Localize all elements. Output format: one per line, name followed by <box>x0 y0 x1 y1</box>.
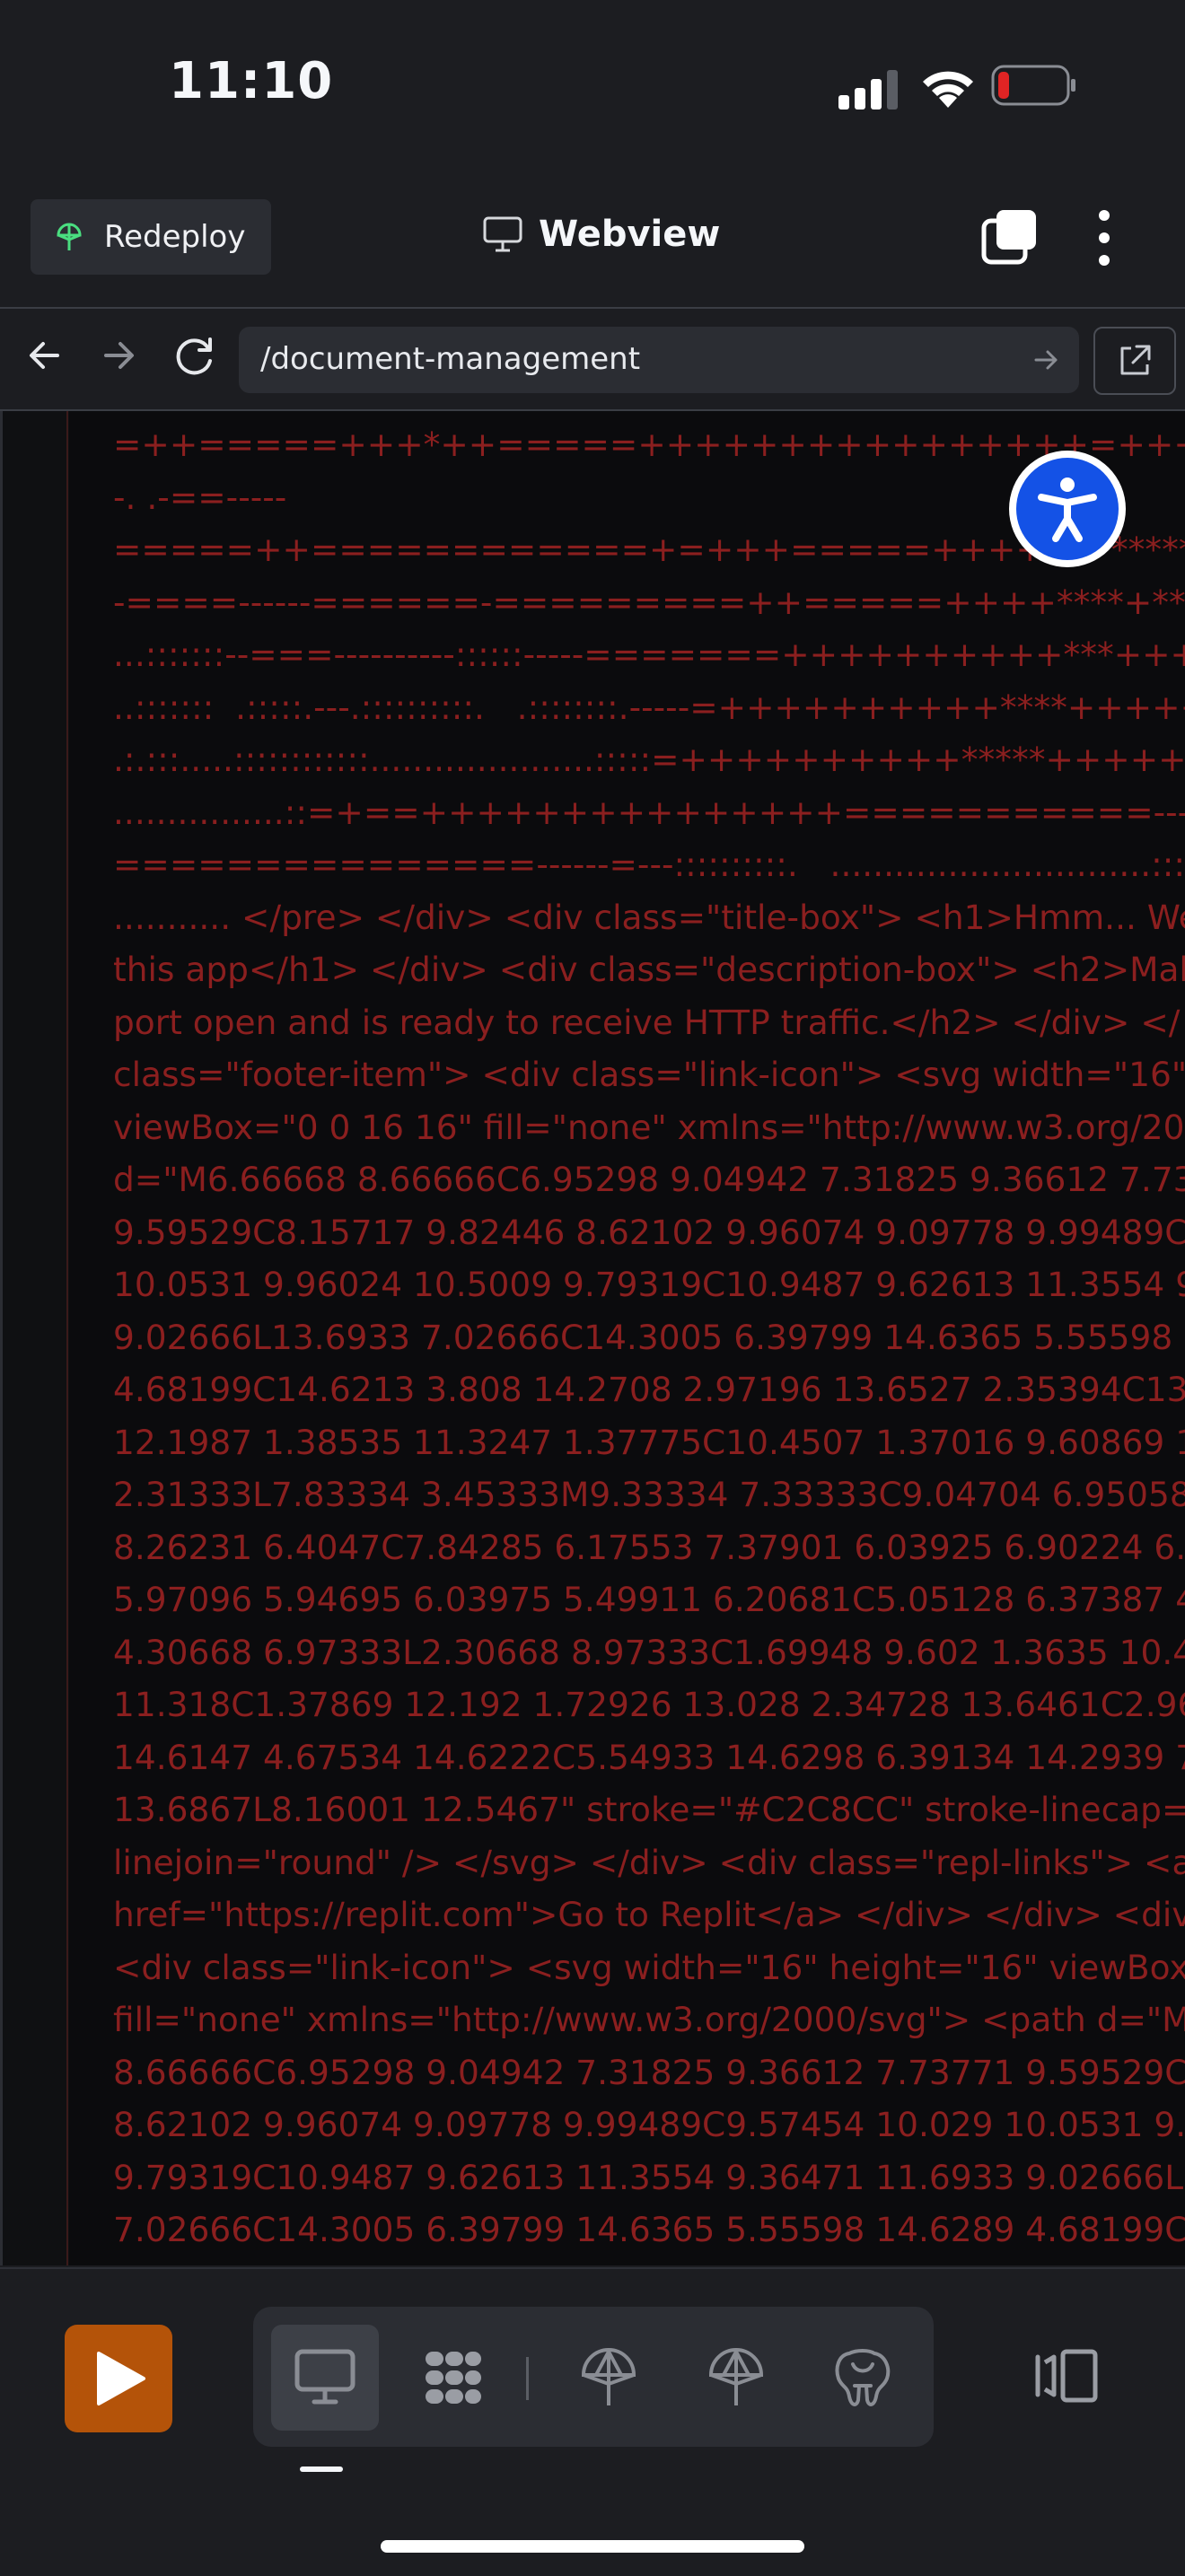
run-button[interactable] <box>65 2325 172 2432</box>
source-line: linejoin="round" /> </svg> </div> <div c… <box>113 1842 1185 1882</box>
deploy-icon <box>581 2348 636 2405</box>
source-line: ...:::::::--===----------::::::-----====… <box>113 635 1185 674</box>
source-line: ................::=+==+++++++++++++++===… <box>113 792 1185 832</box>
source-line: this app</h1> </div> <div class="descrip… <box>113 950 1185 989</box>
source-line: ........... </pre> </div> <div class="ti… <box>113 897 1185 937</box>
accessibility-button[interactable] <box>1009 451 1126 567</box>
source-line: port open and is ready to receive HTTP t… <box>113 1002 1181 1042</box>
deployments-tool[interactable] <box>555 2325 663 2431</box>
source-line: 5.97096 5.94695 6.03975 5.49911 6.20681C… <box>113 1580 1185 1619</box>
dock-separator <box>526 2357 529 2400</box>
source-line: ..::::::: .:::::.---.::::::::::. .::::::… <box>113 687 1185 727</box>
run-icon <box>97 2352 145 2405</box>
source-line: 4.30668 6.97333L2.30668 8.97333C1.69948 … <box>113 1632 1185 1672</box>
app-header: Redeploy Webview <box>0 171 1185 309</box>
source-line: -====------======-=========++=====++++**… <box>113 582 1185 622</box>
source-line: 11.318C1.37869 12.192 1.72926 13.028 2.3… <box>113 1685 1185 1724</box>
source-line: fill="none" xmlns="http://www.w3.org/200… <box>113 2000 1185 2039</box>
wifi-icon <box>923 71 973 108</box>
forward-arrow-icon[interactable] <box>99 336 138 375</box>
monitor-icon <box>483 216 522 252</box>
source-line: 9.59529C8.15717 9.82446 8.62102 9.96074 … <box>113 1212 1185 1252</box>
workspace-icon <box>426 2352 481 2404</box>
deploy-icon-2 <box>708 2348 764 2405</box>
source-line: 7.02666C14.3005 6.39799 14.6365 5.55598 … <box>113 2210 1185 2249</box>
external-link-icon <box>1120 345 1151 375</box>
source-line: 9.79319C10.9487 9.62613 11.3554 9.36471 … <box>113 2157 1184 2197</box>
clock: 11:10 <box>169 52 334 110</box>
source-line: 8.62102 9.96074 9.09778 9.99489C9.57454 … <box>113 2105 1185 2144</box>
source-line: <div class="link-icon"> <svg width="16" … <box>113 1947 1185 1987</box>
more-options-icon[interactable] <box>1088 205 1120 271</box>
source-line: 14.6147 4.67534 14.6222C5.54933 14.6298 … <box>113 1737 1185 1777</box>
page-source-text: =++=====+++*++=====++++++++++++++++=+++*… <box>113 418 1185 2256</box>
source-line: ===============------=---::::::::::. ...… <box>113 845 1185 884</box>
home-indicator[interactable] <box>381 2540 804 2553</box>
cellular-signal-icon <box>838 70 898 110</box>
url-toolbar: /document-management <box>0 309 1185 411</box>
deploy-icon <box>57 223 82 250</box>
tabs-icon[interactable] <box>980 208 1040 267</box>
webview-tool[interactable] <box>271 2325 379 2431</box>
source-line: 8.26231 6.4047C7.84285 6.17553 7.37901 6… <box>113 1527 1185 1567</box>
source-line: class="footer-item"> <div class="link-ic… <box>113 1055 1185 1094</box>
open-external-button[interactable] <box>1093 327 1176 395</box>
source-line: href="https://replit.com">Go to Replit</… <box>113 1895 1185 1934</box>
source-line: 13.6867L8.16001 12.5467" stroke="#C2C8CC… <box>113 1790 1185 1829</box>
active-tab-indicator <box>300 2466 343 2472</box>
source-line: d="M6.66668 8.66666C6.95298 9.04942 7.31… <box>113 1160 1185 1199</box>
workspace-tool[interactable] <box>399 2325 506 2431</box>
source-line: 2.31333L7.83334 3.45333M9.33334 7.33333C… <box>113 1475 1185 1514</box>
bottom-toolbar <box>0 2267 1185 2576</box>
webview-title: Webview <box>483 214 720 255</box>
database-icon <box>835 2349 891 2406</box>
source-line: viewBox="0 0 16 16" fill="none" xmlns="h… <box>113 1107 1185 1147</box>
status-bar: 11:10 <box>0 0 1185 171</box>
editor-gutter <box>0 411 69 2265</box>
margin-rule <box>66 411 68 2265</box>
page-title: Webview <box>539 214 721 255</box>
source-line: 4.68199C14.6213 3.808 14.2708 2.97196 13… <box>113 1370 1185 1409</box>
reload-icon[interactable] <box>172 334 217 379</box>
deployments-tool-2[interactable] <box>682 2325 790 2431</box>
source-line: 10.0531 9.96024 10.5009 9.79319C10.9487 … <box>113 1265 1185 1304</box>
panel-toggle-icon[interactable] <box>1032 2344 1101 2407</box>
back-arrow-icon[interactable] <box>25 336 65 375</box>
webview-content[interactable]: =++=====+++*++=====++++++++++++++++=+++*… <box>0 411 1185 2265</box>
battery-low-icon <box>991 65 1075 106</box>
redeploy-button[interactable]: Redeploy <box>31 199 271 275</box>
go-arrow-icon[interactable] <box>1032 346 1059 373</box>
database-tool[interactable] <box>808 2325 916 2431</box>
tool-dock <box>253 2307 934 2447</box>
source-line: .:.:::.....::::::::::::.................… <box>113 740 1185 779</box>
accessibility-icon <box>1038 478 1097 542</box>
monitor-icon <box>294 2349 356 2405</box>
redeploy-label: Redeploy <box>104 219 246 255</box>
source-line: =++=====+++*++=====++++++++++++++++=+++*… <box>113 425 1185 464</box>
url-text: /document-management <box>260 341 641 377</box>
url-input[interactable]: /document-management <box>239 327 1079 393</box>
source-line: 12.1987 1.38535 11.3247 1.37775C10.4507 … <box>113 1422 1185 1462</box>
source-line: 9.02666L13.6933 7.02666C14.3005 6.39799 … <box>113 1317 1173 1357</box>
source-line: 8.66666C6.95298 9.04942 7.31825 9.36612 … <box>113 2052 1185 2092</box>
